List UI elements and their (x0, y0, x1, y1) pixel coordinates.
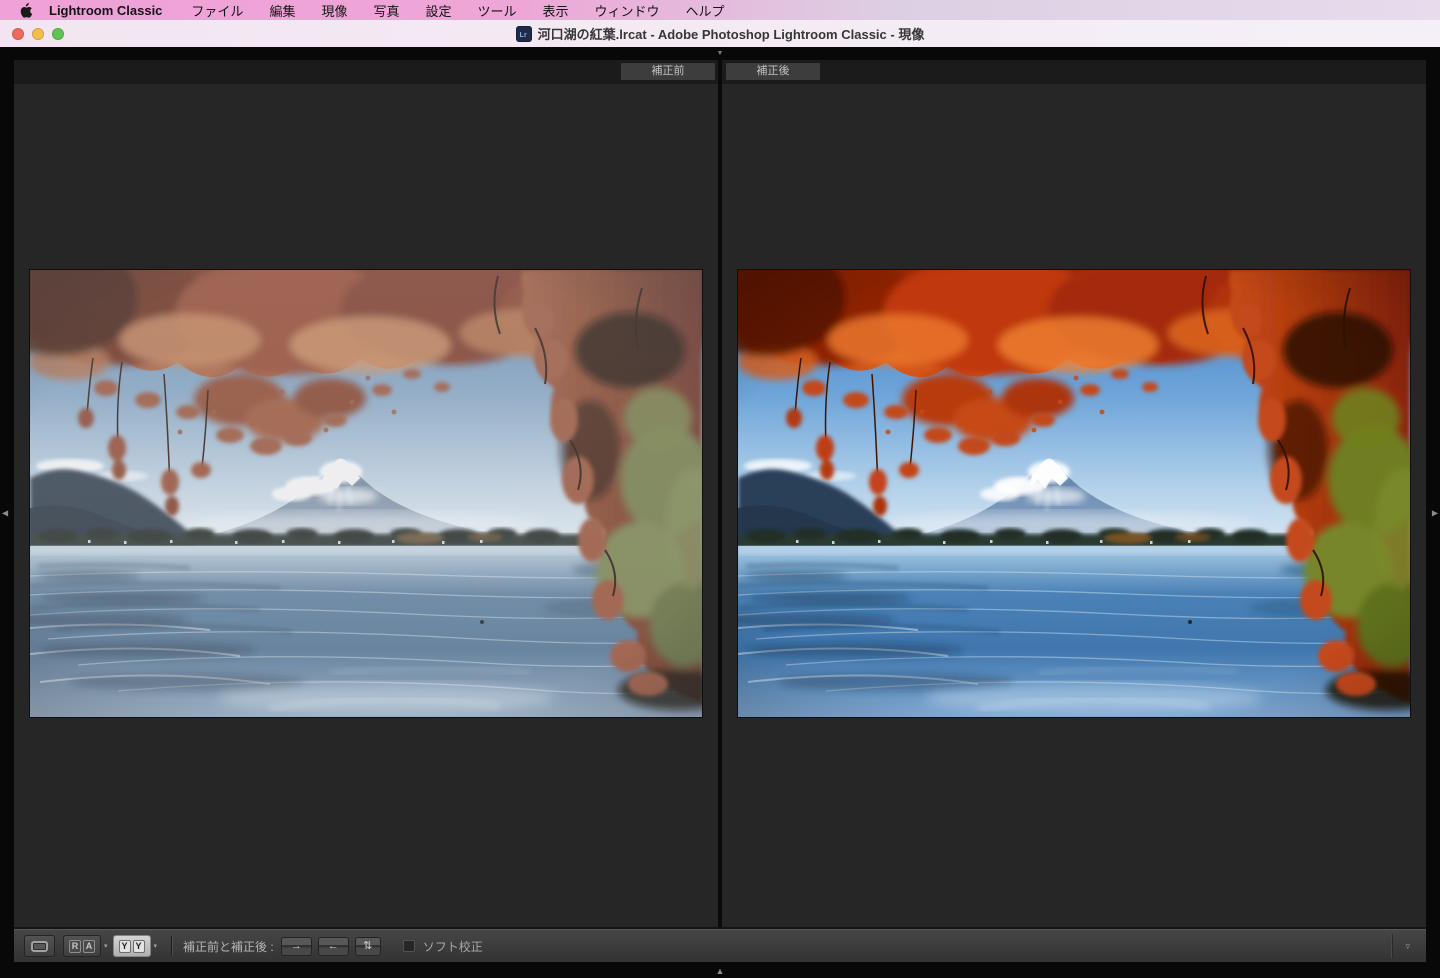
lightroom-catalog-icon: Lr (516, 26, 532, 42)
copy-before-settings-to-after-button[interactable]: → (281, 937, 312, 956)
before-after-view-dropdown-caret[interactable]: ▾ (154, 942, 158, 950)
copy-after-settings-to-before-button[interactable]: ← (318, 937, 349, 956)
menu-app-name[interactable]: Lightroom Classic (49, 3, 162, 18)
menu-item-file[interactable]: ファイル (178, 1, 256, 20)
lightroom-workspace: ▼ ◀ ▶ ▲ 補正前 (0, 47, 1440, 978)
before-pane-header (14, 60, 718, 84)
loupe-view-button[interactable] (24, 935, 55, 957)
menu-item-help[interactable]: ヘルプ (673, 1, 738, 20)
develop-toolbar: R A ▾ Y Y ▾ 補正前と補正後 : → ← ⇅ (14, 929, 1426, 962)
before-label: 補正前 (621, 63, 715, 80)
reference-view-r-cell: R (69, 940, 81, 953)
swap-before-after-settings-button[interactable]: ⇅ (355, 937, 381, 956)
toolbar-options-chevron-icon[interactable]: ▿ (1393, 941, 1422, 952)
screen: Lightroom Classic ファイル 編集 現像 写真 設定 ツール 表… (0, 0, 1440, 978)
after-label: 補正後 (726, 63, 820, 80)
menu-item-edit[interactable]: 編集 (256, 1, 308, 20)
menu-item-tools[interactable]: ツール (465, 1, 530, 20)
window-title-bar: Lr 河口湖の紅葉.lrcat - Adobe Photoshop Lightr… (0, 20, 1440, 47)
copy-left-arrow-icon: ← (328, 940, 339, 952)
menu-item-settings[interactable]: 設定 (412, 1, 464, 20)
before-after-compare-view: 補正前 (14, 60, 1426, 929)
window-title: 河口湖の紅葉.lrcat - Adobe Photoshop Lightroom… (538, 24, 925, 43)
soft-proofing-checkbox[interactable] (403, 940, 415, 952)
photo-after[interactable] (738, 270, 1410, 717)
photo-before[interactable] (30, 270, 702, 717)
toolbar-options-area: ▿ (1392, 934, 1422, 958)
before-after-y-cell-1: Y (119, 940, 131, 953)
top-panel-reveal-arrow[interactable]: ▼ (717, 47, 724, 60)
menu-item-photo[interactable]: 写真 (360, 1, 412, 20)
develop-main-area: 補正前 (14, 60, 1426, 962)
before-after-group-label: 補正前と補正後 : (183, 938, 274, 955)
reference-view-dropdown-caret[interactable]: ▾ (104, 942, 108, 950)
swap-arrows-icon: ⇅ (363, 940, 372, 952)
menu-item-view[interactable]: 表示 (530, 1, 582, 20)
before-after-y-cell-2: Y (133, 940, 145, 953)
reference-view-button[interactable]: R A (63, 935, 101, 957)
menu-item-window[interactable]: ウィンドウ (582, 1, 673, 20)
left-panel-reveal-arrow[interactable]: ◀ (2, 508, 8, 517)
copy-right-arrow-icon: → (291, 940, 302, 952)
toolbar-separator (171, 936, 172, 956)
apple-menu-icon[interactable] (18, 3, 33, 18)
loupe-view-icon (31, 941, 48, 952)
filmstrip-reveal-arrow[interactable]: ▲ (716, 966, 725, 976)
soft-proofing-label: ソフト校正 (423, 938, 483, 955)
after-pane-header (722, 60, 1426, 84)
reference-view-a-cell: A (83, 940, 95, 953)
right-panel-reveal-arrow[interactable]: ▶ (1432, 508, 1438, 517)
window-title-group: Lr 河口湖の紅葉.lrcat - Adobe Photoshop Lightr… (0, 20, 1440, 47)
after-pane: 補正後 (722, 60, 1426, 929)
before-pane: 補正前 (14, 60, 718, 929)
before-after-view-button[interactable]: Y Y (113, 935, 151, 957)
menu-item-develop[interactable]: 現像 (308, 1, 360, 20)
menu-bar: Lightroom Classic ファイル 編集 現像 写真 設定 ツール 表… (0, 0, 1440, 20)
